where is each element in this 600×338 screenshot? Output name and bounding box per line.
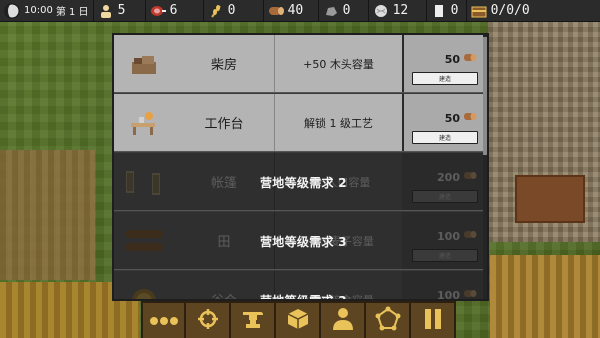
- bottom-toolbar: [141, 301, 458, 338]
- population-counter: 5: [94, 0, 146, 22]
- stone-icon: [323, 3, 339, 19]
- wool-value: 12: [392, 3, 409, 18]
- level-requirement-message: 营地等级需求 3: [260, 234, 347, 249]
- purchase-cell: 50 建造: [402, 35, 487, 92]
- cost-label: 50: [445, 52, 477, 66]
- population-value: 5: [117, 3, 126, 18]
- pause-icon: [422, 307, 444, 335]
- wheat-value: 0: [227, 3, 236, 18]
- build-row-tent: 帐篷 +2 人口容量 200 建造 营地等级需求 2: [114, 153, 487, 211]
- target-icon: [197, 308, 219, 334]
- building-name: 田: [217, 235, 231, 250]
- network-button[interactable]: [366, 301, 411, 338]
- wheat-counter: 0: [204, 0, 264, 22]
- building-name: 工作台: [204, 117, 244, 132]
- build-menu-button[interactable]: [276, 301, 321, 338]
- tent-icon: [114, 153, 174, 210]
- workbench-icon: [114, 94, 174, 151]
- building-name: 柴房: [210, 58, 237, 73]
- level-requirement-message: 营地等级需求 2: [260, 175, 347, 190]
- wood-value: 40: [287, 3, 304, 18]
- target-button[interactable]: [186, 301, 231, 338]
- chest-icon: [471, 3, 487, 19]
- person-icon: [98, 3, 114, 19]
- build-row-field: 田 +10 麦子容量 100 建造 营地等级需求 3: [114, 212, 487, 270]
- building-roof: [515, 175, 585, 223]
- chest-value: 0/0/0: [490, 3, 530, 18]
- cost-label: 50: [445, 111, 477, 125]
- villagers-button[interactable]: [321, 301, 366, 338]
- more-icon: [149, 311, 179, 330]
- cost-label: 200: [437, 170, 477, 184]
- meat-counter: 6: [146, 0, 204, 22]
- day-value: 第 1 日: [55, 7, 89, 18]
- more-menu-button[interactable]: [141, 301, 186, 338]
- cost-value: 200: [437, 170, 460, 184]
- purchase-cell: 200 建造: [402, 153, 487, 210]
- wood-log-icon: [463, 288, 477, 299]
- building-name: 谷仓: [174, 271, 274, 299]
- wood-counter: 40: [264, 0, 319, 22]
- resource-bar: 10:00 第 1 日 5 6 0 40 0 12 0 0/0/0: [0, 0, 600, 22]
- cost-label: 100: [437, 288, 477, 301]
- crafting-button[interactable]: [231, 301, 276, 338]
- stone-counter: 0: [319, 0, 369, 22]
- paper-counter: 0: [427, 0, 467, 22]
- person-icon: [332, 307, 354, 335]
- meat-value: 6: [169, 3, 178, 18]
- chest-counter: 0/0/0: [467, 0, 534, 22]
- cost-label: 100: [437, 229, 477, 243]
- paper-icon: [431, 3, 447, 19]
- cost-value: 50: [444, 111, 460, 125]
- build-button[interactable]: 建造: [412, 131, 478, 144]
- dirt-patch: [0, 150, 95, 280]
- building-effect: 解锁 1 级工艺: [274, 94, 402, 151]
- purchase-cell: 100 建造: [402, 271, 487, 301]
- cost-value: 100: [437, 229, 460, 243]
- cost-value: 100: [437, 288, 460, 301]
- level-requirement-message: 营地等级需求 3: [260, 293, 347, 301]
- moon-clock-icon: [4, 3, 20, 19]
- build-button-disabled: 建造: [412, 249, 478, 262]
- panel-scrollbar[interactable]: [483, 35, 487, 299]
- stone-value: 0: [342, 3, 351, 18]
- purchase-cell: 50 建造: [402, 94, 487, 151]
- wood-log-icon: [463, 170, 477, 184]
- clock-display: 10:00 第 1 日: [0, 0, 94, 22]
- build-button[interactable]: 建造: [412, 72, 478, 85]
- anvil-icon: [241, 308, 265, 334]
- scrollbar-thumb[interactable]: [483, 37, 487, 155]
- build-button-disabled: 建造: [412, 190, 478, 203]
- cost-value: 50: [444, 52, 460, 66]
- wool-icon: [373, 3, 389, 19]
- meat-icon: [150, 3, 166, 19]
- time-value: 10:00: [24, 5, 53, 16]
- wood-log-icon: [268, 3, 284, 19]
- wheat-field-right: [490, 255, 600, 338]
- woodshed-icon: [114, 35, 174, 92]
- purchase-cell: 100 建造: [402, 212, 487, 269]
- field-icon: [114, 212, 174, 269]
- paper-value: 0: [450, 3, 459, 18]
- building-name: 帐篷: [210, 176, 237, 191]
- network-icon: [375, 306, 401, 336]
- wood-log-icon: [463, 111, 477, 125]
- wheat-icon: [208, 3, 224, 19]
- crate-icon: [286, 307, 310, 335]
- wood-log-icon: [463, 229, 477, 243]
- barn-icon: [114, 271, 174, 299]
- wool-counter: 12: [369, 0, 427, 22]
- pause-button[interactable]: [411, 301, 456, 338]
- wood-log-icon: [463, 52, 477, 66]
- build-panel: 柴房 +50 木头容量 50 建造 工作台 解锁 1 级工艺 50 建造 帐篷 …: [112, 33, 489, 301]
- build-row-barn: 谷仓 +50 粮食容量 100 建造 营地等级需求 3: [114, 271, 487, 301]
- build-row-woodshed[interactable]: 柴房 +50 木头容量 50 建造: [114, 35, 487, 93]
- build-row-workbench[interactable]: 工作台 解锁 1 级工艺 50 建造: [114, 94, 487, 152]
- building-effect: +50 木头容量: [274, 35, 402, 92]
